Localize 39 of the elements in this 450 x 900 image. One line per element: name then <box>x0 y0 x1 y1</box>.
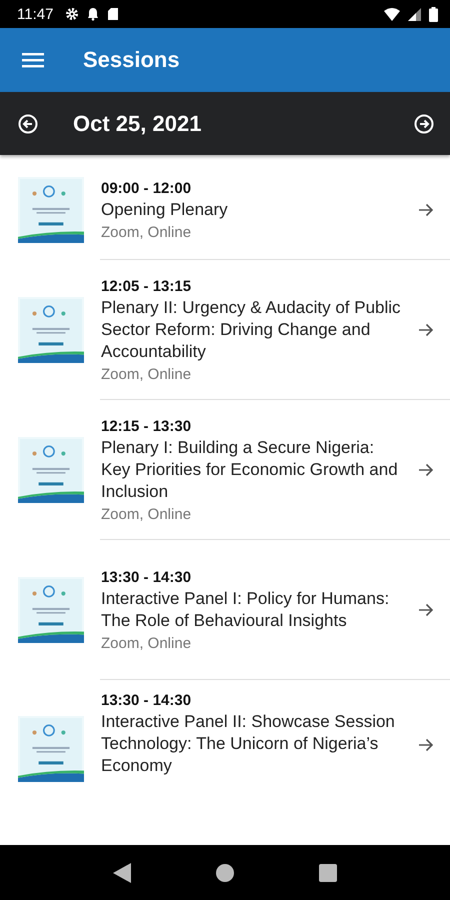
wifi-icon <box>384 8 400 20</box>
battery-icon <box>429 6 438 22</box>
session-title: Interactive Panel II: Showcase Session Technology: The Unicorn of Nigeria’s Economy <box>101 711 396 777</box>
session-item[interactable]: 12:05 - 13:15 Plenary II: Urgency & Audacity of Public Sector Reform: Driving Change and Accountability Zoom, Online <box>0 260 450 400</box>
session-item[interactable]: 12:15 - 13:30 Plenary I: Building a Secure Nigeria: Key Priorities for Economic Growth and Inclusion Zoom, Online <box>0 400 450 540</box>
previous-day-icon[interactable] <box>18 114 38 134</box>
date-label: Oct 25, 2021 <box>73 110 202 136</box>
session-time: 09:00 - 12:00 <box>101 180 192 196</box>
session-item[interactable]: 09:00 - 12:00 Opening Plenary Zoom, Online <box>0 160 450 260</box>
session-location: Zoom, Online <box>101 366 192 382</box>
recents-icon[interactable] <box>319 864 338 882</box>
session-location: Zoom, Online <box>101 506 192 522</box>
screen-title: Sessions <box>83 47 180 73</box>
session-location: Zoom, Online <box>101 634 192 652</box>
home-icon[interactable] <box>216 864 234 882</box>
session-title: Plenary II: Urgency & Audacity of Public Sector Reform: Driving Change and Accountability <box>101 296 402 362</box>
back-icon[interactable] <box>112 862 131 882</box>
arrow-right-icon <box>418 203 434 217</box>
next-day-icon[interactable] <box>414 114 434 134</box>
session-item[interactable]: 13:30 - 14:30 Interactive Panel II: Showcase Session Technology: The Unicorn of Nigeria’s Economy <box>0 680 450 800</box>
bell-icon <box>87 7 100 21</box>
session-title: Interactive Panel I: Policy for Humans: The Role of Behavioural Insights <box>101 588 390 632</box>
session-time: 13:30 - 14:30 <box>101 568 192 586</box>
session-time: 12:15 - 13:30 <box>101 418 192 434</box>
menu-icon[interactable] <box>22 52 44 68</box>
arrow-right-icon <box>418 738 434 752</box>
arrow-right-icon <box>418 323 434 337</box>
gear-icon <box>65 7 80 21</box>
session-time: 13:30 - 14:30 <box>101 692 192 709</box>
status-time: 11:47 <box>17 6 54 22</box>
arrow-right-icon <box>418 603 434 617</box>
signal-icon <box>408 8 421 20</box>
session-location: Zoom, Online <box>101 224 192 240</box>
session-title: Opening Plenary <box>101 198 229 220</box>
sd-card-icon <box>107 7 120 21</box>
session-time: 12:05 - 13:15 <box>101 278 192 294</box>
arrow-right-icon <box>418 463 434 477</box>
session-item[interactable]: 13:30 - 14:30 Interactive Panel I: Policy for Humans: The Role of Behavioural Insights Zoom, Online <box>0 540 450 680</box>
session-title: Plenary I: Building a Secure Nigeria: Key Priorities for Economic Growth and Inclusion <box>101 436 399 502</box>
